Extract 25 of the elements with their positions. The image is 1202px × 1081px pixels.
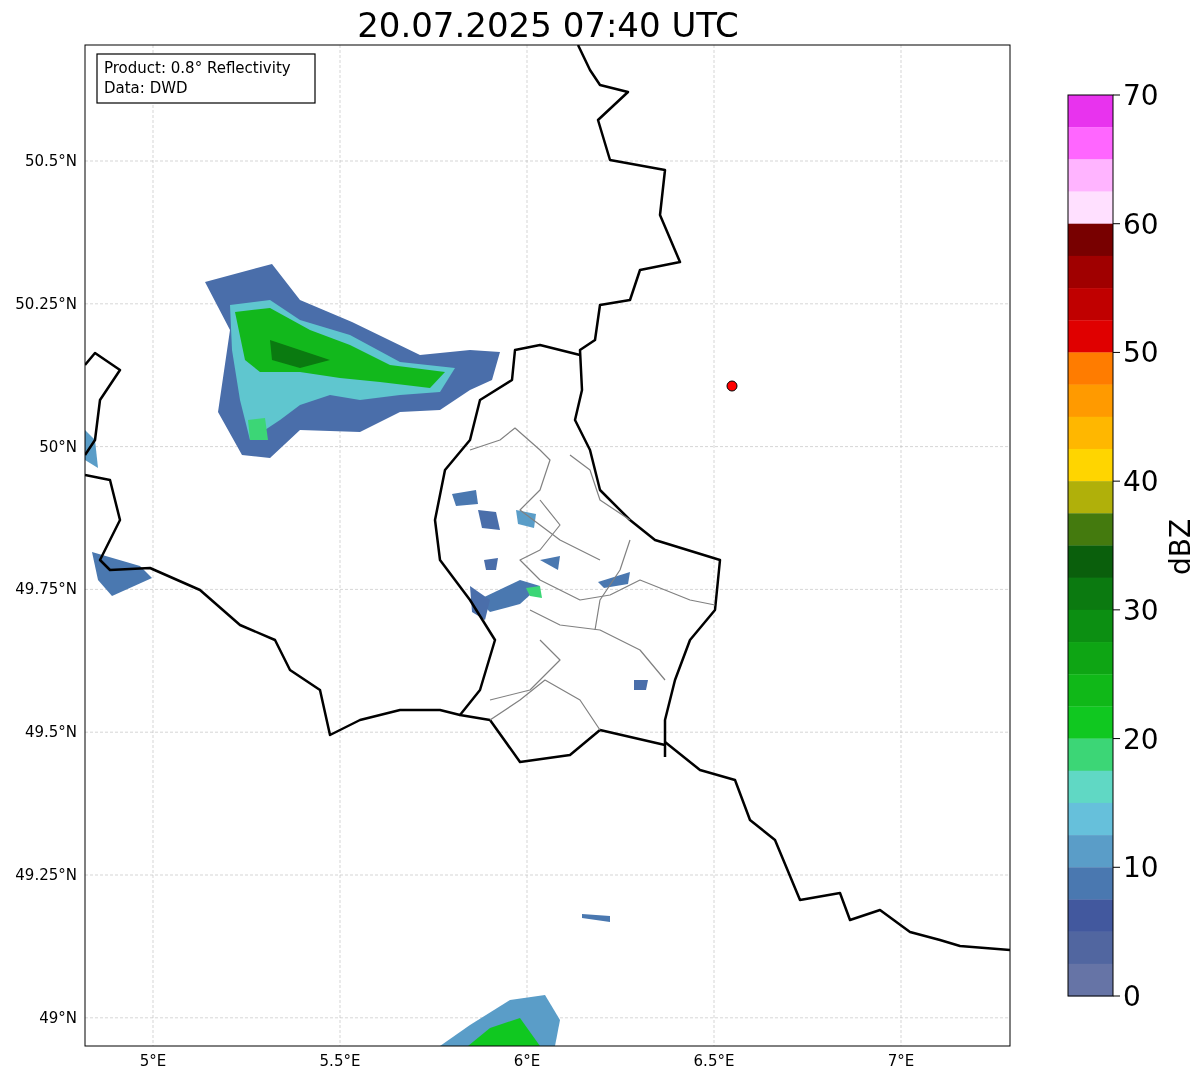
latitude-label: 50.5°N [24, 152, 77, 170]
longitude-label: 6°E [513, 1052, 541, 1070]
colorbar-tick-label: 20 [1123, 722, 1159, 756]
latitude-label: 49.5°N [24, 723, 77, 742]
latitude-label: 50°N [39, 437, 77, 456]
longitude-label: 7°E [887, 1052, 915, 1070]
latitude-label: 49.75°N [15, 580, 77, 599]
radar-station-marker [726, 380, 738, 392]
colorbar-tick-label: 60 [1123, 207, 1159, 241]
latitude-label: 49.25°N [15, 866, 77, 884]
colorbar-label: dBZ [1164, 518, 1197, 576]
info-text: Product: 0.8° Reflectivity [104, 59, 291, 77]
colorbar-tick-label: 70 [1123, 79, 1159, 112]
plot-title: 20.07.2025 07:40 UTC [357, 5, 739, 45]
latitude-label: 49°N [39, 1008, 77, 1027]
longitude-label: 5.5°E [319, 1052, 361, 1070]
info-text: Data: DWD [104, 79, 188, 97]
colorbar-tick-label: 50 [1123, 336, 1159, 370]
longitude-label: 5°E [139, 1052, 167, 1070]
colorbar-tick-label: 30 [1123, 593, 1159, 627]
colorbar-tick-label: 40 [1123, 465, 1159, 499]
colorbar-tick-label: 10 [1123, 851, 1159, 885]
longitude-label: 6.5°E [693, 1052, 735, 1070]
latitude-label: 50.25°N [15, 294, 77, 313]
colorbar-tick-label: 0 [1123, 980, 1141, 1013]
